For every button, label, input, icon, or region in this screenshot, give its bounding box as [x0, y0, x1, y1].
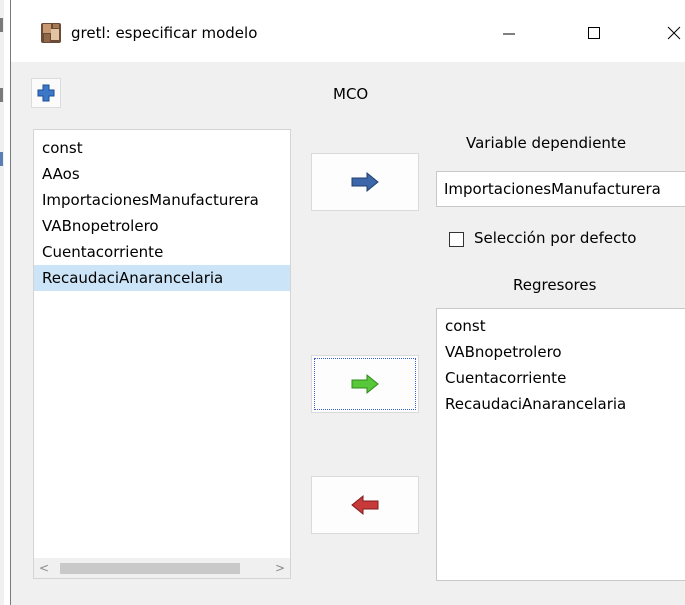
dependent-variable-field[interactable]: ImportacionesManufacturera	[436, 171, 685, 207]
set-dependent-button[interactable]	[311, 153, 419, 211]
regressors-list[interactable]: const VABnopetrolero Cuentacorriente Recaud…	[436, 308, 685, 581]
minimize-icon	[503, 33, 515, 35]
add-regressor-button[interactable]	[311, 355, 419, 413]
regressor-list-item[interactable]: VABnopetrolero	[437, 339, 685, 365]
horizontal-scrollbar[interactable]: < >	[34, 558, 290, 578]
arrow-left-red-icon	[351, 494, 379, 516]
scrollbar-thumb[interactable]	[60, 563, 240, 574]
regressor-list-item[interactable]: Cuentacorriente	[437, 365, 685, 391]
window-title: gretl: especificar modelo	[71, 24, 258, 42]
title-bar[interactable]: gretl: especificar modelo	[11, 0, 685, 62]
close-icon	[667, 26, 681, 40]
maximize-icon	[588, 27, 600, 39]
regressor-list-item[interactable]: RecaudaciAnarancelaria	[437, 391, 685, 417]
default-selection-checkbox[interactable]	[449, 232, 464, 247]
edge-mark	[0, 152, 3, 166]
edge-mark	[0, 18, 3, 32]
available-variables-list[interactable]: const AAos ImportacionesManufacturera VABno…	[33, 129, 291, 579]
add-variable-button[interactable]	[31, 78, 61, 108]
estimator-label: MCO	[333, 85, 369, 103]
variable-list-item[interactable]: VABnopetrolero	[34, 213, 290, 239]
arrow-right-green-icon	[351, 373, 379, 395]
variable-list-item[interactable]: ImportacionesManufacturera	[34, 187, 290, 213]
plus-icon	[37, 84, 55, 102]
background-window-edge	[0, 0, 4, 605]
regressor-list-item[interactable]: const	[437, 313, 685, 339]
gretl-app-icon	[41, 23, 61, 43]
remove-regressor-button[interactable]	[311, 476, 419, 534]
close-button[interactable]	[651, 18, 685, 48]
arrow-right-blue-icon	[351, 171, 379, 193]
default-selection-label[interactable]: Selección por defecto	[474, 229, 636, 247]
scroll-right-icon[interactable]: >	[272, 558, 288, 578]
variable-list-item[interactable]: Cuentacorriente	[34, 239, 290, 265]
maximize-button[interactable]	[571, 18, 617, 48]
edge-mark	[0, 88, 3, 102]
minimize-button[interactable]	[486, 18, 532, 48]
specify-model-dialog: gretl: especificar modelo MCO const AAos I…	[10, 0, 685, 605]
dependent-variable-label: Variable dependiente	[466, 134, 627, 152]
variable-list-item[interactable]: const	[34, 135, 290, 161]
variable-list-item[interactable]: AAos	[34, 161, 290, 187]
regressors-label: Regresores	[513, 276, 597, 294]
scroll-left-icon[interactable]: <	[36, 558, 52, 578]
variable-list-item[interactable]: RecaudaciAnarancelaria	[34, 265, 290, 291]
